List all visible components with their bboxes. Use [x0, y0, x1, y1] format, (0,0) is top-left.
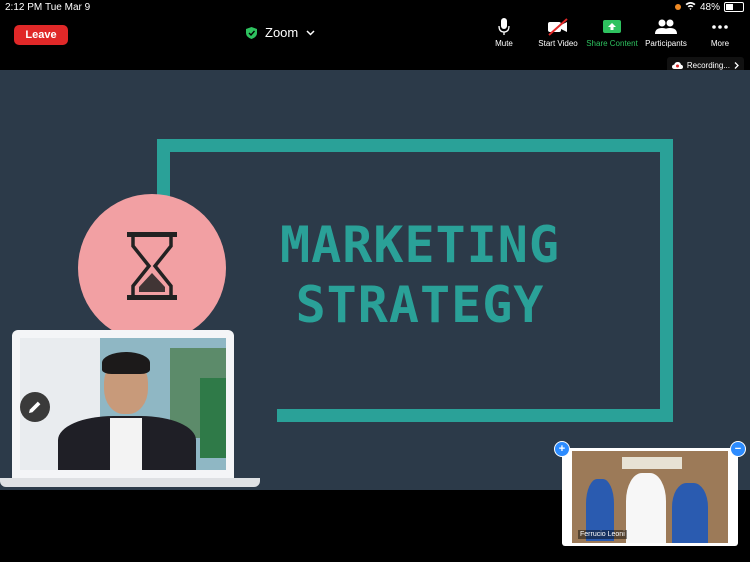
mic-indicator-icon	[674, 4, 681, 10]
participant-video: Ferrucio Leoni	[572, 451, 728, 543]
battery-percent: 48%	[699, 1, 720, 13]
participants-icon	[655, 19, 677, 34]
more-button[interactable]: More	[696, 18, 744, 48]
cloud-icon	[671, 61, 683, 69]
collapse-minus-icon[interactable]: −	[730, 441, 746, 457]
recording-label: Recording...	[686, 60, 730, 70]
meeting-toolbar: Leave Zoom Mute Start Video Share Conten…	[0, 14, 750, 54]
annotate-button[interactable]	[20, 392, 50, 422]
participant-thumbnail[interactable]: Ferrucio Leoni	[562, 448, 738, 546]
pencil-icon	[29, 401, 41, 413]
status-date: Tue Mar 9	[45, 2, 91, 13]
participants-label: Participants	[645, 39, 687, 48]
hourglass-icon	[127, 232, 177, 300]
more-label: More	[710, 39, 730, 48]
leave-button[interactable]: Leave	[14, 25, 68, 45]
slide-heading-line2: STRATEGY	[295, 276, 545, 334]
participants-button[interactable]: Participants	[642, 18, 690, 48]
status-bar: 2:12 PM Tue Mar 9 48%	[0, 0, 750, 14]
share-content-button[interactable]: Share Content	[586, 18, 638, 48]
share-icon	[603, 20, 621, 33]
mute-label: Mute	[495, 39, 513, 48]
start-video-button[interactable]: Start Video	[534, 18, 582, 48]
slide-heading-line1: MARKETING	[280, 216, 560, 274]
chevron-right-icon	[734, 61, 739, 69]
status-time: 2:12 PM	[5, 2, 43, 13]
presenter-video-base	[0, 478, 260, 487]
mute-button[interactable]: Mute	[480, 18, 528, 48]
toolbar-tools: Mute Start Video Share Content Participa…	[474, 18, 744, 48]
start-video-label: Start Video	[538, 39, 578, 48]
presenter-video[interactable]	[20, 338, 226, 470]
battery-icon	[724, 2, 744, 12]
expand-plus-icon[interactable]: +	[554, 441, 570, 457]
share-content-label: Share Content	[586, 39, 638, 48]
video-off-icon	[548, 18, 568, 36]
slide-heading: MARKETING STRATEGY	[270, 215, 570, 335]
participant-name: Ferrucio Leoni	[578, 530, 627, 539]
mic-icon	[498, 18, 510, 35]
status-right: 48%	[674, 1, 744, 13]
wifi-icon	[685, 1, 696, 13]
shield-icon	[246, 26, 257, 39]
meeting-title-label: Zoom	[265, 25, 299, 40]
more-icon	[712, 25, 728, 29]
meeting-title[interactable]: Zoom	[246, 25, 315, 40]
chevron-down-icon	[306, 29, 315, 36]
